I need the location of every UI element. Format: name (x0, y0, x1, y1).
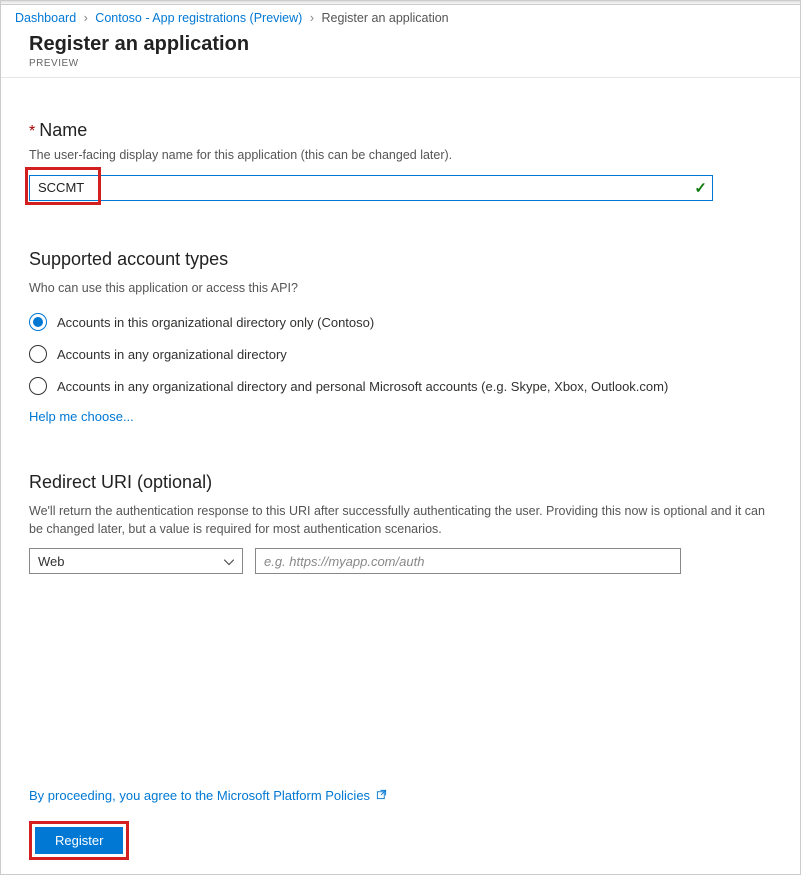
name-label: Name (39, 120, 87, 140)
breadcrumb-contoso[interactable]: Contoso - App registrations (Preview) (95, 11, 302, 25)
required-marker: * (29, 123, 35, 140)
redirect-uri-section: Redirect URI (optional) We'll return the… (29, 472, 772, 574)
breadcrumb-dashboard[interactable]: Dashboard (15, 11, 76, 25)
preview-badge: PREVIEW (29, 58, 800, 69)
radio-icon (29, 377, 47, 395)
checkmark-icon: ✓ (694, 179, 707, 197)
account-types-section: Supported account types Who can use this… (29, 249, 772, 425)
name-helper: The user-facing display name for this ap… (29, 147, 772, 165)
redirect-type-value: Web (38, 554, 65, 569)
radio-option-any-org-personal[interactable]: Accounts in any organizational directory… (29, 377, 772, 395)
annotation-highlight: Register (29, 821, 129, 860)
chevron-down-icon (224, 554, 234, 569)
redirect-uri-helper: We'll return the authentication response… (29, 503, 772, 538)
radio-label: Accounts in any organizational directory… (57, 379, 668, 394)
breadcrumb-current: Register an application (321, 11, 448, 25)
footer: By proceeding, you agree to the Microsof… (29, 788, 772, 860)
radio-icon (29, 313, 47, 331)
platform-policies-link[interactable]: By proceeding, you agree to the Microsof… (29, 788, 370, 803)
name-input[interactable] (29, 175, 713, 201)
radio-option-any-org[interactable]: Accounts in any organizational directory (29, 345, 772, 363)
page-title: Register an application (29, 33, 800, 56)
register-button[interactable]: Register (35, 827, 123, 854)
redirect-uri-input[interactable] (255, 548, 681, 574)
account-types-label: Supported account types (29, 249, 772, 270)
page-header: Register an application PREVIEW (1, 29, 800, 78)
help-me-choose-link[interactable]: Help me choose... (29, 409, 134, 424)
redirect-type-select[interactable]: Web (29, 548, 243, 574)
name-section: *Name The user-facing display name for t… (29, 120, 772, 201)
radio-label: Accounts in this organizational director… (57, 315, 374, 330)
radio-option-org-only[interactable]: Accounts in this organizational director… (29, 313, 772, 331)
redirect-uri-label: Redirect URI (optional) (29, 472, 772, 493)
chevron-right-icon: › (84, 11, 88, 25)
radio-label: Accounts in any organizational directory (57, 347, 287, 362)
external-link-icon (376, 788, 387, 803)
radio-icon (29, 345, 47, 363)
breadcrumb: Dashboard › Contoso - App registrations … (1, 5, 800, 29)
account-types-helper: Who can use this application or access t… (29, 280, 772, 298)
chevron-right-icon: › (310, 11, 314, 25)
